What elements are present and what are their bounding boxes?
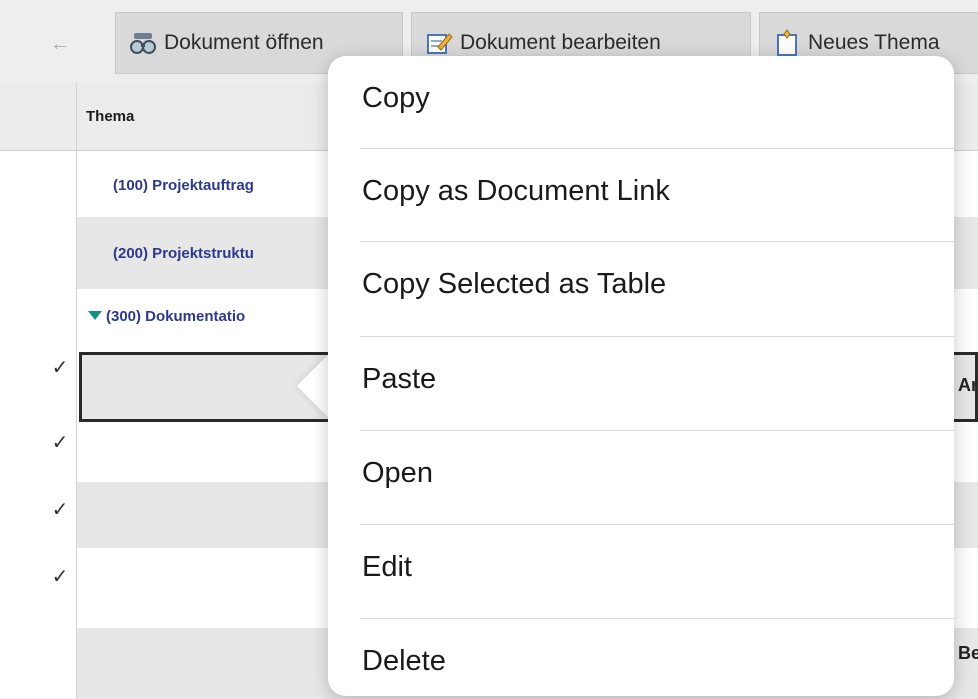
column-divider — [76, 83, 77, 699]
checkmark-icon[interactable]: ✓ — [50, 355, 70, 380]
column-header-thema[interactable]: Thema — [86, 108, 134, 125]
clipped-cell-text: Be — [958, 643, 978, 663]
clipped-cell-text: Ar — [958, 375, 978, 395]
checkmark-icon[interactable]: ✓ — [50, 497, 70, 522]
checkmark-icon[interactable]: ✓ — [50, 430, 70, 455]
menu-item-paste[interactable]: Paste — [328, 337, 954, 430]
menu-item-label: Copy — [362, 82, 430, 114]
menu-item-label: Delete — [362, 645, 446, 677]
menu-item-label: Copy Selected as Table — [362, 268, 667, 300]
menu-item-copy[interactable]: Copy — [328, 56, 954, 149]
menu-item-delete[interactable]: Delete — [328, 619, 954, 696]
edit-document-label: Dokument bearbeiten — [460, 31, 661, 54]
new-topic-icon — [777, 29, 797, 56]
topic-200-link[interactable]: (200) Projektstruktu — [113, 245, 254, 262]
topic-100-link[interactable]: (100) Projektauftrag — [113, 177, 254, 194]
menu-item-label: Copy as Document Link — [362, 175, 670, 207]
menu-item-edit[interactable]: Edit — [328, 525, 954, 618]
context-menu: Copy Copy as Document Link Copy Selected… — [328, 56, 954, 696]
new-topic-label: Neues Thema — [808, 31, 940, 54]
menu-item-copy-as-document-link[interactable]: Copy as Document Link — [328, 149, 954, 242]
menu-item-copy-selected-as-table[interactable]: Copy Selected as Table — [328, 242, 954, 335]
menu-item-label: Paste — [362, 363, 437, 395]
checkmark-icon[interactable]: ✓ — [50, 564, 70, 589]
open-document-label: Dokument öffnen — [164, 31, 324, 54]
app-window: ← Dokument öffnen Dokument bearbeiten Ne… — [0, 0, 978, 699]
back-arrow-icon[interactable]: ← — [46, 34, 74, 54]
topic-300-link[interactable]: (300) Dokumentatio — [106, 308, 245, 325]
menu-item-open[interactable]: Open — [328, 431, 954, 524]
edit-note-icon — [427, 33, 453, 54]
glasses-icon — [130, 33, 156, 54]
menu-item-label: Edit — [362, 551, 412, 583]
menu-item-label: Open — [362, 457, 433, 489]
expand-triangle-icon[interactable] — [88, 311, 102, 320]
